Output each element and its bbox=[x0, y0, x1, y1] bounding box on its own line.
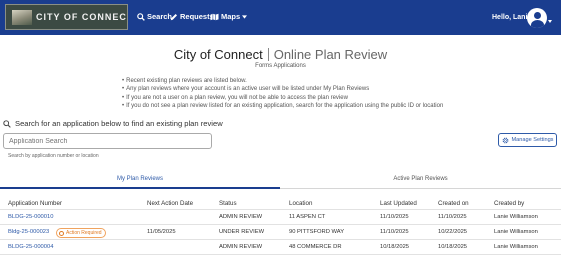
created-by-cell: Lanie Williamson bbox=[494, 244, 538, 250]
search-prompt-text: Search for an application below to find … bbox=[15, 119, 223, 128]
last-updated-cell: 11/10/2025 bbox=[380, 214, 409, 220]
column-header-created-by[interactable]: Created by bbox=[494, 200, 524, 207]
page-subtitle: Forms Applications bbox=[255, 63, 306, 69]
clock-icon bbox=[59, 230, 64, 236]
search-prompt: Search for an application below to find … bbox=[3, 119, 223, 128]
column-header-application-number[interactable]: Application Number bbox=[8, 200, 62, 207]
created-on-cell: 11/10/2025 bbox=[438, 214, 467, 220]
table-divider bbox=[0, 209, 561, 210]
application-search-input[interactable] bbox=[3, 133, 212, 149]
user-menu-caret-icon[interactable] bbox=[548, 20, 552, 23]
created-on-cell: 10/22/2025 bbox=[438, 229, 468, 235]
caret-down-icon bbox=[242, 14, 248, 19]
column-header-last-updated[interactable]: Last Updated bbox=[380, 200, 417, 207]
page-title-app: Online Plan Review bbox=[273, 47, 388, 62]
city-logo[interactable]: CITY OF CONNECT bbox=[5, 4, 128, 30]
top-navbar: CITY OF CONNECT Search Requests Maps Hel… bbox=[0, 0, 561, 35]
action-required-label: Action Required bbox=[66, 230, 102, 236]
status-cell: ADMIN REVIEW bbox=[219, 214, 263, 220]
gear-icon bbox=[502, 137, 508, 143]
status-cell: UNDER REVIEW bbox=[219, 229, 265, 235]
manage-settings-label: Manage Settings bbox=[511, 137, 554, 143]
page-title-city: City of Connect bbox=[173, 47, 263, 62]
tab-my-plan-reviews[interactable]: My Plan Reviews bbox=[0, 174, 280, 189]
table-divider bbox=[0, 224, 561, 225]
nav-maps-label: Maps bbox=[221, 12, 241, 21]
nav-maps-menu[interactable]: Maps bbox=[210, 12, 248, 21]
application-number-link[interactable]: Bldg-25-000023 bbox=[8, 229, 49, 235]
search-icon bbox=[3, 119, 11, 128]
nav-requests-label: Requests bbox=[180, 12, 214, 21]
table-divider bbox=[0, 239, 561, 240]
nav-requests-link[interactable]: Requests bbox=[170, 12, 214, 21]
map-icon bbox=[210, 13, 219, 20]
application-number-link[interactable]: BLDG-25-000010 bbox=[8, 214, 53, 220]
mountain-icon bbox=[12, 10, 32, 25]
location-cell: 11 ASPEN CT bbox=[289, 214, 326, 220]
created-on-cell: 10/18/2025 bbox=[438, 244, 468, 250]
title-divider bbox=[267, 48, 269, 61]
user-greeting: Hello, Lanie bbox=[492, 14, 532, 21]
created-by-cell: Lanie Williamson bbox=[494, 229, 538, 235]
tab-active-plan-reviews[interactable]: Active Plan Reviews bbox=[280, 174, 561, 189]
last-updated-cell: 11/10/2025 bbox=[380, 229, 409, 235]
info-note: If you do not see a plan review listed f… bbox=[122, 102, 443, 110]
user-avatar-icon[interactable] bbox=[527, 8, 547, 28]
application-number-link[interactable]: BLDG-25-000004 bbox=[8, 244, 53, 250]
location-cell: 90 PITTSFORD WAY bbox=[289, 229, 345, 235]
action-required-badge: Action Required bbox=[56, 228, 106, 238]
column-header-created-on[interactable]: Created on bbox=[438, 200, 469, 207]
page-title: City of Connect Online Plan Review bbox=[0, 47, 561, 62]
location-cell: 48 COMMERCE DR bbox=[289, 244, 342, 250]
column-header-next-action-date[interactable]: Next Action Date bbox=[147, 200, 193, 207]
created-by-cell: Lanie Williamson bbox=[494, 214, 538, 220]
manage-settings-button[interactable]: Manage Settings bbox=[498, 133, 557, 147]
last-updated-cell: 10/18/2025 bbox=[380, 244, 410, 250]
info-notes: Recent existing plan reviews are listed … bbox=[122, 77, 443, 111]
nav-search-label: Search bbox=[147, 12, 173, 21]
info-note: Recent existing plan reviews are listed … bbox=[122, 77, 443, 85]
column-header-location[interactable]: Location bbox=[289, 200, 312, 207]
logo-text: CITY OF CONNECT bbox=[36, 12, 128, 22]
next-action-date-cell: 11/05/2025 bbox=[147, 229, 176, 235]
status-cell: ADMIN REVIEW bbox=[219, 244, 263, 250]
info-note: Any plan reviews where your account is a… bbox=[122, 85, 443, 93]
search-icon bbox=[137, 12, 145, 21]
info-note: If you are not a user on a plan review, … bbox=[122, 94, 443, 102]
column-header-status[interactable]: Status bbox=[219, 200, 237, 207]
table-divider bbox=[0, 254, 561, 255]
pencil-icon bbox=[170, 13, 178, 20]
nav-search-link[interactable]: Search bbox=[137, 12, 172, 21]
search-hint: Search by application number or location bbox=[8, 153, 99, 159]
